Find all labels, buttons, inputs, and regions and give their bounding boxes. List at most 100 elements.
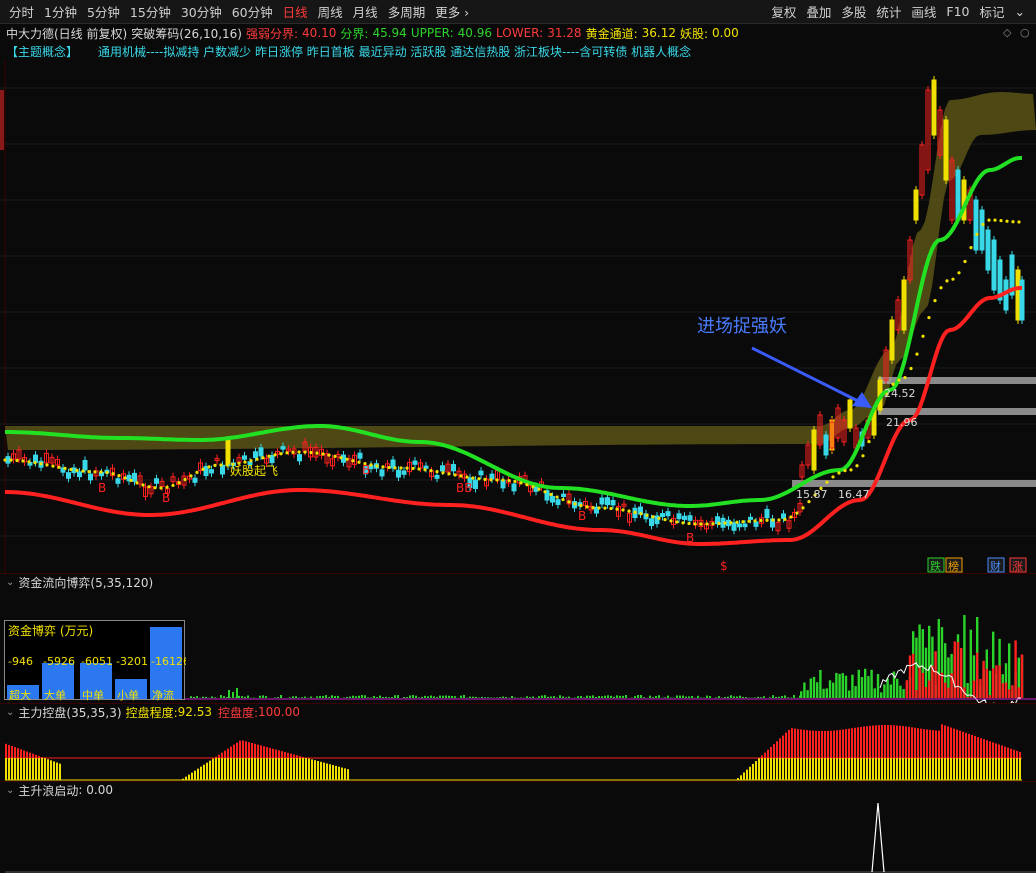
toolbar-button[interactable]: 标记 [975, 2, 1010, 21]
candle-body [737, 523, 742, 528]
volume-bar [236, 688, 238, 698]
fund-panel-title[interactable]: 资金流向博弈(5,35,120) [18, 574, 153, 591]
volume-bar-red [921, 672, 924, 698]
period-tab[interactable]: 1分钟 [39, 2, 82, 21]
diamond-icon[interactable]: ◇ [1003, 26, 1011, 39]
period-tab[interactable]: 30分钟 [176, 2, 227, 21]
control-chart[interactable] [0, 720, 1036, 782]
volume-bar [226, 697, 228, 698]
divide-label: 分界: [340, 26, 369, 41]
period-tab[interactable]: 日线 [278, 2, 313, 21]
strong-weak-value: 40.10 [302, 26, 337, 40]
toolbar-button[interactable]: 统计 [871, 2, 906, 21]
volume-bar [484, 697, 486, 698]
control-bar-red [251, 743, 253, 758]
candle-body [599, 497, 605, 505]
control-bar-red [281, 751, 283, 758]
control-bar-red [239, 740, 241, 758]
control-degree-label: 控盘程度: [125, 705, 178, 720]
chevron-down-icon[interactable]: ⌄ [6, 785, 14, 796]
control-bar-red [896, 725, 898, 758]
control-bar-red [869, 725, 871, 758]
volume-bar [388, 697, 390, 698]
period-tab[interactable]: 5分钟 [82, 2, 125, 21]
candle-body [209, 469, 214, 474]
control-bar-yellow [56, 762, 58, 780]
volume-bar-green [883, 684, 886, 698]
chevron-down-icon[interactable]: ⌄ [6, 577, 14, 588]
control-panel-title[interactable]: 主力控盘(35,35,3) [18, 704, 121, 721]
candle-body [979, 209, 985, 251]
concept-items[interactable]: 通用机械----拟减持 户数减少 昨日涨停 昨日首板 最近异动 活跃股 通达信热… [98, 43, 691, 60]
candle-body [66, 472, 71, 479]
chevron-down-icon[interactable]: ⌄ [6, 707, 14, 718]
volume-bar [595, 696, 597, 698]
volume-bar [547, 696, 549, 698]
period-tab[interactable]: 60分钟 [227, 2, 278, 21]
volume-bar-green [828, 680, 832, 698]
gold-dot [279, 452, 283, 456]
gold-dot [375, 464, 379, 468]
period-tab[interactable]: 更多 › [430, 2, 474, 21]
period-tab[interactable]: 分时 [4, 2, 39, 21]
toolbar-button[interactable]: 叠加 [801, 2, 836, 21]
volume-bar-red [924, 687, 928, 698]
gold-dot [555, 495, 559, 499]
period-tab[interactable]: 多周期 [383, 2, 431, 21]
toolbar-button[interactable]: 复权 [766, 2, 801, 21]
main-kline-chart[interactable]: BBBBBBB$妖股起飞15.87 16.4721.9624.52进场捉强妖跌榜财… [0, 60, 1036, 573]
volume-bar-red [1004, 682, 1008, 698]
control-bar-red [245, 741, 247, 758]
volume-bar [616, 695, 618, 698]
volume-bar [391, 697, 393, 698]
control-bar-red [887, 725, 889, 758]
volume-bar [409, 695, 411, 698]
gold-dot [435, 470, 439, 474]
volume-bar-green [816, 682, 819, 698]
volume-bar [193, 696, 195, 698]
control-bar-red [899, 725, 901, 758]
control-bar-red [23, 750, 25, 758]
control-bar-red [230, 746, 232, 758]
wave-chart[interactable] [0, 798, 1036, 873]
period-tab[interactable]: 月线 [348, 2, 383, 21]
fund-bar-value: -3201 [116, 655, 148, 668]
control-bar-yellow [275, 758, 277, 780]
gold-dot [543, 490, 547, 494]
gold-dot [777, 518, 781, 522]
control-bar-yellow [194, 770, 196, 780]
volume-bar [439, 695, 441, 698]
circle-icon[interactable]: ○ [1020, 26, 1030, 39]
chevron-down-icon[interactable]: ⌄ [1010, 4, 1030, 19]
control-bar-yellow [233, 758, 235, 780]
control-bar-red [956, 729, 958, 758]
gold-dot [945, 279, 949, 283]
gold-dot [849, 468, 853, 472]
gold-dot [561, 497, 565, 502]
control-bar-yellow [908, 758, 910, 780]
control-bar-red [926, 729, 928, 758]
indicator-name[interactable]: 突破筹码(26,10,16) [131, 25, 242, 42]
toolbar-button[interactable]: F10 [941, 4, 974, 19]
gold-dot [861, 454, 865, 458]
control-bar-red [788, 729, 790, 758]
concept-tag[interactable]: 【主题概念】 [6, 43, 78, 60]
volume-bar [724, 697, 726, 698]
gold-dot [333, 454, 337, 458]
price-label: 15.87 [796, 488, 828, 501]
gold-dot [537, 487, 541, 491]
gold-dot [207, 465, 211, 469]
gold-dot [249, 459, 253, 463]
wave-panel-title[interactable]: 主升浪启动 [18, 782, 78, 799]
control-bar-yellow [881, 758, 883, 780]
toolbar-button[interactable]: 画线 [906, 2, 941, 21]
fund-bar-value: -16126 [151, 655, 186, 668]
volume-bar [715, 697, 717, 698]
volume-bar [292, 696, 294, 698]
volume-bar [202, 696, 204, 698]
period-tab[interactable]: 周线 [313, 2, 348, 21]
period-tab[interactable]: 15分钟 [125, 2, 176, 21]
volume-bar [301, 697, 303, 698]
toolbar-button[interactable]: 多股 [836, 2, 871, 21]
gold-dot [225, 463, 229, 467]
